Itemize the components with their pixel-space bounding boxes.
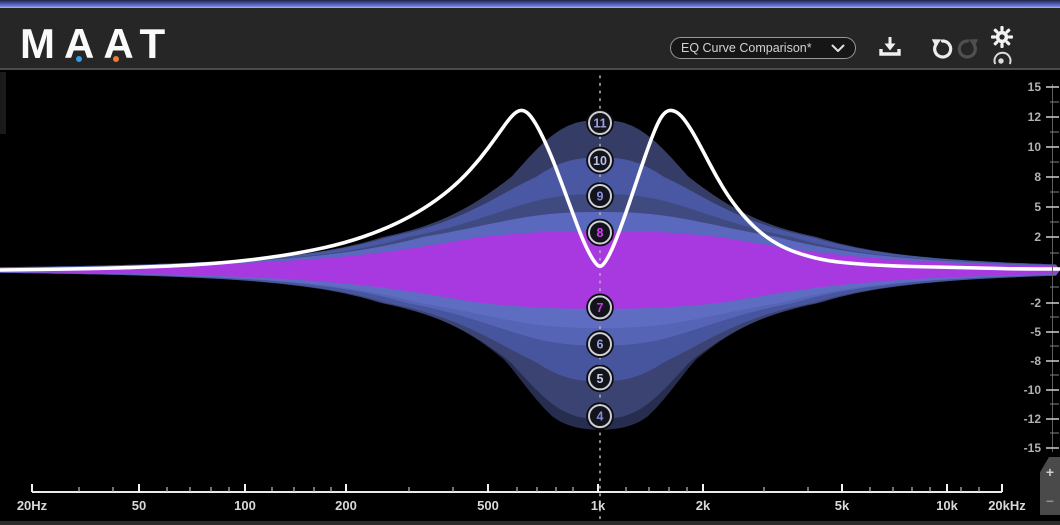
band-marker-number: 5 [597,372,604,386]
band-marker-6[interactable]: 6 [587,331,613,357]
db-axis-label: 8 [1034,170,1041,184]
db-axis-label: 2 [1034,230,1041,244]
band-marker-number: 4 [597,410,604,424]
knob-mode-button[interactable] [992,51,1013,66]
band-marker-9[interactable]: 9 [587,183,613,209]
eq-plugin-window: MAAT EQ Curve Comparison* [0,0,1060,525]
header-bar: MAAT EQ Curve Comparison* [0,8,1060,68]
band-marker-10[interactable]: 10 [587,148,613,174]
db-axis-label: -8 [1030,354,1041,368]
db-axis-label: 10 [1028,140,1042,154]
undo-icon [930,36,954,60]
band-marker-8[interactable]: 8 [587,220,613,246]
save-preset-button[interactable] [877,34,903,60]
undo-button[interactable] [930,36,954,60]
redo-icon [956,36,980,60]
band-marker-number: 6 [597,337,604,351]
band-marker-number: 7 [597,301,604,315]
download-icon [877,34,903,60]
chevron-down-icon [831,44,845,53]
eq-graph: 11 10 9 8 7 6 5 4 15 12 10 8 5 2 -2 -5 -8 -10 -12 -15 20Hz 50… [0,70,1060,525]
db-axis-label: -12 [1024,412,1042,426]
settings-gear-button[interactable] [989,24,1015,50]
maat-logo: MAAT [20,22,174,66]
band-marker-number: 9 [597,189,604,203]
redo-button[interactable] [956,36,980,60]
band-marker-4[interactable]: 4 [587,403,613,429]
db-axis-label: 15 [1028,80,1042,94]
db-axis-label: 5 [1034,200,1041,214]
bottom-edge-strip [0,521,1060,525]
maat-logo-text: MAAT [20,20,174,67]
db-axis-label: -5 [1030,325,1041,339]
frequency-axis-label: 50 [132,498,146,513]
preset-dropdown[interactable]: EQ Curve Comparison* [670,37,856,59]
frequency-axis-label: 20kHz [988,498,1026,513]
band-marker-number: 11 [593,116,606,130]
db-axis-label: -10 [1024,383,1042,397]
band-marker-5[interactable]: 5 [587,366,613,392]
band-marker-7[interactable]: 7 [587,295,613,321]
band-marker-number: 10 [593,154,607,168]
band-marker-11[interactable]: 11 [587,110,613,136]
logo-orange-dot [113,56,119,62]
db-axis-label: -15 [1024,441,1042,455]
frequency-axis-label: 500 [477,498,499,513]
db-axis-label: 12 [1028,110,1042,124]
preset-dropdown-value: EQ Curve Comparison* [681,41,831,55]
knob-arc-icon [992,51,1013,66]
frequency-axis-label: 2k [696,498,711,513]
frequency-axis-label: 200 [335,498,357,513]
frequency-axis-label: 100 [234,498,256,513]
accent-top-bar [0,0,1060,8]
frequency-axis-label: 10k [936,498,958,513]
frequency-axis-label: 5k [835,498,850,513]
frequency-axis-label: 1k [591,498,606,513]
logo-blue-dot [76,56,82,62]
gear-icon [989,24,1015,50]
frequency-axis-label: 20Hz [17,498,48,513]
db-axis-label: -2 [1030,296,1041,310]
zoom-out-button[interactable]: − [1040,486,1060,515]
band-marker-number: 8 [597,226,604,240]
